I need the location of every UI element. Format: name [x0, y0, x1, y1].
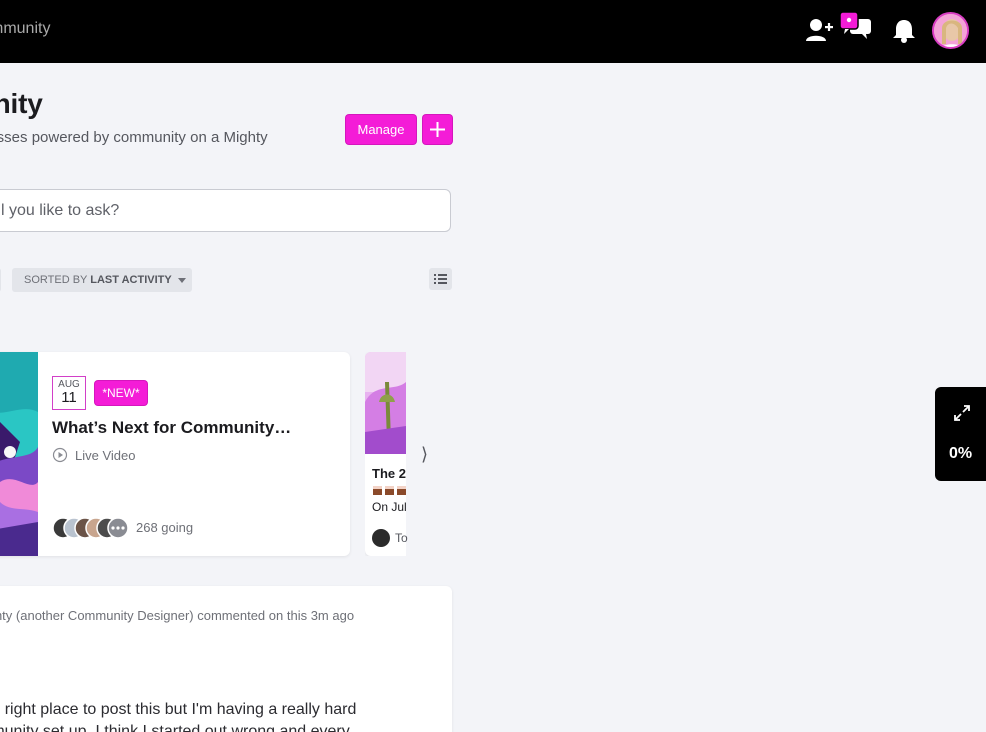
event-image: [0, 352, 38, 556]
cupcake-icon: [373, 486, 406, 495]
event-card-2-body: [365, 352, 406, 556]
expand-icon[interactable]: [953, 404, 971, 422]
play-icon: [52, 447, 68, 463]
chevron-right-icon[interactable]: ⟩: [421, 444, 428, 465]
event-day: 11: [61, 389, 77, 406]
event-image-2: [365, 352, 406, 454]
user-photo: [934, 14, 967, 47]
filter-chip[interactable]: [0, 268, 1, 292]
sort-value: LAST ACTIVITY: [90, 274, 172, 286]
chevron-down-icon: [178, 278, 186, 283]
top-bar: mmunity: [0, 0, 986, 63]
going-count: 268 going: [136, 520, 194, 535]
page-title: munity: [0, 88, 43, 119]
page-subtitle: nesses powered by community on a Mighty: [0, 129, 268, 146]
bell-icon[interactable]: [888, 14, 920, 46]
event-card-2[interactable]: [365, 352, 406, 556]
event-2-date: On Jul: [372, 500, 407, 514]
list-view-icon: [434, 274, 447, 284]
attendee-avatars[interactable]: [52, 517, 130, 539]
plus-icon: [430, 122, 445, 137]
progress-widget[interactable]: 0%: [935, 387, 986, 481]
manage-button[interactable]: Manage: [346, 115, 416, 144]
event-title[interactable]: What’s Next for Community…: [52, 418, 291, 438]
ask-input[interactable]: l you like to ask?: [0, 189, 451, 232]
post-body: the right place to post this but I'm hav…: [0, 699, 438, 732]
add-button[interactable]: [423, 115, 452, 144]
app-title: mmunity: [0, 20, 51, 37]
event-type: Live Video: [75, 448, 136, 463]
avatar[interactable]: [932, 12, 969, 49]
chat-icon[interactable]: [838, 10, 874, 46]
post-body-line-2: mmunity set up. I think I started out wr…: [0, 723, 350, 732]
event-date: AUG 11: [52, 376, 86, 410]
event-2-title[interactable]: The 2: [372, 466, 406, 481]
sort-dropdown[interactable]: SORTED BY LAST ACTIVITY: [12, 268, 192, 292]
post-activity: Mighty (another Community Designer) comm…: [0, 608, 355, 623]
add-user-icon[interactable]: [803, 14, 835, 46]
event-2-host-avatar: [372, 529, 390, 547]
list-view-button[interactable]: [429, 268, 452, 290]
ask-placeholder: l you like to ask?: [1, 202, 120, 219]
new-badge: *NEW*: [95, 381, 147, 405]
event-2-host: To: [395, 531, 408, 545]
post-body-line-1: the right place to post this but I'm hav…: [0, 701, 357, 718]
progress-value: 0%: [949, 445, 973, 462]
sort-prefix: SORTED BY: [24, 274, 88, 286]
